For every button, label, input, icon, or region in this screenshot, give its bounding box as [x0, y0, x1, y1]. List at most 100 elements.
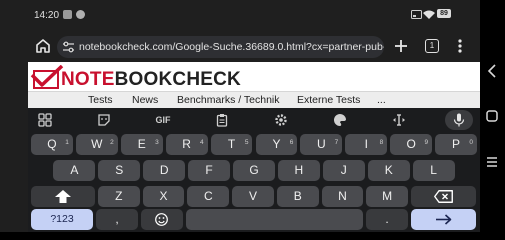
key-s[interactable]: S	[98, 160, 141, 181]
web-page: NOTEBOOKCHECK Tests News Benchmarks / Te…	[28, 62, 480, 108]
key-r-label: R	[182, 137, 191, 151]
plus-icon[interactable]	[393, 38, 409, 54]
logo-word-check: CHECK	[172, 69, 241, 90]
key-v[interactable]: V	[232, 186, 274, 207]
key-u-label: U	[317, 137, 326, 151]
key-s-label: S	[115, 163, 124, 177]
key-e-hint: 3	[155, 139, 159, 146]
mic-button[interactable]	[445, 110, 473, 130]
key-m[interactable]: M	[366, 186, 408, 207]
nav-item-tests[interactable]: Tests	[88, 94, 113, 106]
key-i-label: I	[364, 137, 368, 151]
nav-item-more[interactable]: ...	[377, 94, 386, 106]
key-r[interactable]: R4	[165, 134, 208, 155]
key-y-label: Y	[272, 137, 281, 151]
gear-icon[interactable]	[274, 113, 288, 127]
nav-item-externe-tests[interactable]: Externe Tests	[297, 94, 360, 106]
key-f[interactable]: F	[188, 160, 231, 181]
clipboard-icon[interactable]	[215, 113, 229, 127]
url-bar[interactable]: notebookcheck.com/Google-Suche.36689.0.h…	[57, 36, 384, 58]
logo-text: NOTEBOOKCHECK	[61, 69, 241, 91]
cast-icon	[411, 10, 422, 19]
key-u[interactable]: U7	[300, 134, 343, 155]
nav-item-benchmarks[interactable]: Benchmarks / Technik	[177, 94, 280, 106]
key-b-label: B	[293, 189, 302, 203]
mic-icon	[453, 113, 465, 127]
site-logo[interactable]: NOTEBOOKCHECK	[30, 65, 241, 91]
keyboard-toolbar: GIF	[28, 108, 480, 132]
key-a[interactable]: A	[53, 160, 96, 181]
home-icon[interactable]	[34, 37, 52, 55]
key-u-hint: 7	[334, 139, 339, 146]
key-a-label: A	[70, 163, 79, 177]
enter-key[interactable]	[411, 209, 476, 230]
cursor-icon[interactable]	[392, 113, 406, 127]
site-info-icon[interactable]	[62, 41, 75, 53]
key-y[interactable]: Y6	[255, 134, 298, 155]
status-time: 14:20	[34, 10, 60, 21]
key-q[interactable]: Q1	[31, 134, 73, 155]
symbols-key[interactable]: ?123	[31, 209, 93, 230]
tab-count-icon[interactable]: 1	[425, 39, 439, 53]
key-i[interactable]: I8	[345, 134, 388, 155]
key-p[interactable]: P0	[435, 134, 477, 155]
key-t[interactable]: T5	[210, 134, 253, 155]
key-o-hint: 9	[424, 139, 429, 146]
key-n[interactable]: N	[321, 186, 364, 207]
key-e[interactable]: E3	[120, 134, 163, 155]
back-icon[interactable]	[486, 64, 498, 78]
wifi-icon	[423, 10, 435, 19]
key-c[interactable]: C	[187, 186, 230, 207]
key-j[interactable]: J	[322, 160, 365, 181]
home-square-icon[interactable]	[486, 110, 498, 122]
key-d[interactable]: D	[143, 160, 186, 181]
key-z[interactable]: Z	[98, 186, 140, 207]
enter-arrow-icon	[436, 214, 452, 225]
comma-key[interactable]: ,	[96, 209, 138, 230]
system-nav-bar	[480, 0, 505, 232]
key-b[interactable]: B	[276, 186, 319, 207]
key-l-label: L	[430, 163, 437, 177]
period-key[interactable]: .	[366, 209, 408, 230]
backspace-icon	[434, 190, 453, 203]
more-vert-icon[interactable]	[456, 38, 464, 54]
shift-key[interactable]	[31, 186, 95, 207]
key-z-label: Z	[115, 189, 123, 203]
shift-icon	[55, 190, 71, 203]
recents-icon[interactable]	[486, 156, 498, 168]
key-k[interactable]: K	[367, 160, 410, 181]
sticker-icon[interactable]	[97, 113, 111, 127]
nav-item-news[interactable]: News	[132, 94, 158, 106]
key-v-label: V	[248, 189, 257, 203]
gif-button[interactable]: GIF	[152, 113, 174, 127]
key-i-hint: 8	[379, 139, 384, 146]
backspace-key[interactable]	[411, 186, 476, 207]
key-p-hint: 0	[469, 139, 473, 146]
palette-icon[interactable]	[333, 113, 347, 127]
key-w-hint: 2	[110, 139, 114, 146]
grid-icon[interactable]	[38, 113, 52, 127]
key-q-label: Q	[47, 137, 57, 151]
key-t-label: T	[227, 137, 236, 151]
space-key[interactable]	[186, 209, 363, 230]
key-d-label: D	[159, 163, 169, 177]
key-x[interactable]: X	[142, 186, 185, 207]
key-g[interactable]: G	[233, 160, 275, 181]
emoji-key[interactable]	[141, 209, 183, 230]
key-w[interactable]: W2	[75, 134, 118, 155]
key-l[interactable]: L	[412, 160, 455, 181]
notification-icon	[76, 10, 85, 19]
key-h[interactable]: H	[277, 160, 320, 181]
logo-check-icon	[30, 65, 64, 89]
key-r-hint: 4	[199, 139, 204, 146]
key-x-label: X	[159, 189, 168, 203]
browser-toolbar: notebookcheck.com/Google-Suche.36689.0.h…	[0, 30, 480, 62]
key-o[interactable]: O9	[390, 134, 433, 155]
logo-word-note: NOTE	[61, 69, 115, 90]
gallery-icon	[63, 10, 72, 19]
status-bar: 14:20 89	[0, 0, 480, 30]
key-w-label: W	[91, 137, 103, 151]
site-nav: Tests News Benchmarks / Technik Externe …	[28, 91, 480, 108]
key-e-label: E	[137, 137, 146, 151]
key-h-label: H	[294, 163, 304, 177]
